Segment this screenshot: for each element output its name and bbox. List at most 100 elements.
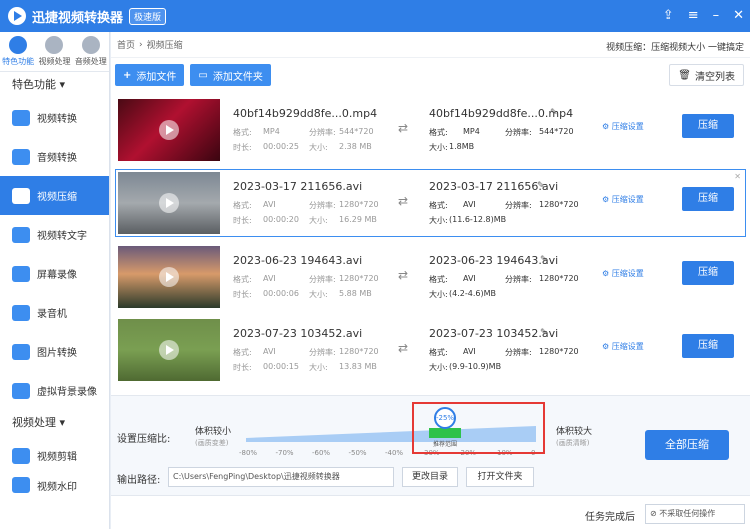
file-row[interactable]: 2023-07-23 103452.avi 格式: AVI 分辨率: 1280*…	[115, 316, 746, 384]
file-row[interactable]: 2023-06-23 194643.avi 格式: AVI 分辨率: 1280*…	[115, 243, 746, 311]
video-thumbnail[interactable]	[118, 319, 220, 381]
play-icon[interactable]	[159, 193, 179, 213]
sidebar-item-video-to-text[interactable]: 视频转文字	[0, 215, 109, 254]
smaller-size-sub: (画质变差)	[195, 439, 229, 447]
source-size: 2.38 MB	[339, 142, 372, 151]
output-format: AVI	[463, 347, 476, 356]
add-folder-button[interactable]: ▭ 添加文件夹	[190, 64, 271, 86]
source-duration: 00:00:15	[263, 362, 299, 371]
sidebar-item-audio-convert[interactable]: 音频转换	[0, 137, 109, 176]
tab-featured[interactable]: 特色功能	[0, 32, 36, 71]
minimize-icon[interactable]: –	[713, 8, 720, 23]
sidebar-item-video-compress[interactable]: 视频压缩	[0, 176, 109, 215]
upload-icon[interactable]: ⇪	[663, 8, 674, 23]
play-icon[interactable]	[159, 340, 179, 360]
compress-settings-link[interactable]: ⚙ 压缩设置	[602, 341, 644, 352]
compress-settings-link[interactable]: ⚙ 压缩设置	[602, 194, 644, 205]
tab-audio-processing[interactable]: 音频处理	[73, 32, 109, 71]
edition-badge: 极速版	[129, 7, 167, 25]
output-size: (11.6-12.8)MB	[449, 215, 507, 224]
edit-name-icon[interactable]: ✎	[540, 255, 548, 265]
output-size: 1.8MB	[449, 142, 475, 151]
virtual-bg-icon	[12, 382, 30, 399]
video-convert-icon	[12, 109, 30, 126]
output-path-input[interactable]: C:\Users\FengPing\Desktop\迅捷视频转换器	[168, 467, 394, 487]
play-icon[interactable]	[159, 267, 179, 287]
format-label: 格式:	[233, 348, 252, 357]
format-label: 格式:	[429, 348, 448, 357]
title-bar: 迅捷视频转换器 极速版 ⇪ ≡ – ✕	[0, 0, 750, 32]
gear-icon: ⚙	[602, 342, 612, 351]
resolution-label: 分辨率:	[505, 201, 532, 210]
edit-name-icon[interactable]: ✎	[537, 181, 545, 191]
after-task-select[interactable]: ⊘ 不采取任何操作	[645, 504, 745, 524]
compress-button[interactable]: 压缩	[682, 334, 734, 358]
section-video-processing[interactable]: 视频处理 ▾	[0, 410, 109, 436]
sidebar-item-screen-record[interactable]: 屏幕录像	[0, 254, 109, 293]
source-size: 16.29 MB	[339, 215, 377, 224]
duration-label: 时长:	[233, 363, 252, 372]
change-directory-button[interactable]: 更改目录	[402, 467, 458, 487]
close-icon[interactable]: ✕	[733, 8, 744, 23]
open-folder-button[interactable]: 打开文件夹	[466, 467, 534, 487]
status-bar: 任务完成后 ⊘ 不采取任何操作	[111, 495, 750, 529]
resolution-label: 分辨率:	[309, 348, 336, 357]
sidebar-item-video-watermark[interactable]: 视频水印	[0, 475, 109, 495]
add-file-button[interactable]: + 添加文件	[115, 64, 185, 86]
output-file-name: 2023-07-23 103452.avi	[429, 327, 559, 340]
format-label: 格式:	[233, 201, 252, 210]
video-thumbnail[interactable]	[118, 246, 220, 308]
gear-icon: ⚙	[602, 269, 612, 278]
output-size: (4.2-4.6)MB	[449, 289, 496, 298]
tab-video-processing[interactable]: 视频处理	[36, 32, 72, 71]
edit-name-icon[interactable]: ✎	[540, 328, 548, 338]
slider-tick-label: -40%	[385, 449, 404, 457]
compress-settings-link[interactable]: ⚙ 压缩设置	[602, 121, 644, 132]
sidebar-item-recorder[interactable]: 录音机	[0, 293, 109, 332]
clear-list-button[interactable]: 🗑 清空列表	[669, 64, 744, 86]
resolution-label: 分辨率:	[309, 128, 336, 137]
output-file-name: 2023-06-23 194643.avi	[429, 254, 559, 267]
size-label: 大小:	[429, 216, 448, 225]
source-resolution: 1280*720	[339, 200, 379, 209]
larger-size-label: 体积较大	[556, 427, 593, 437]
remove-file-icon[interactable]: ✕	[734, 172, 741, 181]
gear-icon: ⚙	[602, 122, 612, 131]
compress-all-button[interactable]: 全部压缩	[645, 430, 729, 460]
format-label: 格式:	[233, 275, 252, 284]
source-duration: 00:00:25	[263, 142, 299, 151]
sidebar-item-video-edit[interactable]: 视频剪辑	[0, 436, 109, 475]
sidebar-item-video-convert[interactable]: 视频转换	[0, 98, 109, 137]
file-row[interactable]: 2023-03-17 211656.avi 格式: AVI 分辨率: 1280*…	[115, 169, 746, 237]
compress-button[interactable]: 压缩	[682, 187, 734, 211]
recorder-icon	[12, 304, 30, 321]
format-label: 格式:	[429, 201, 448, 210]
video-to-text-icon	[12, 226, 30, 243]
duration-label: 时长:	[233, 216, 252, 225]
page-tagline: 视频压缩：压缩视频大小 一键搞定	[606, 43, 744, 53]
file-row[interactable]: 40bf14b929dd8fe...0.mp4 格式: MP4 分辨率: 544…	[115, 96, 746, 164]
video-thumbnail[interactable]	[118, 172, 220, 234]
edit-name-icon[interactable]: ✎	[550, 108, 558, 118]
menu-icon[interactable]: ≡	[688, 8, 699, 23]
sidebar-item-virtual-bg[interactable]: 虚拟背景录像	[0, 371, 109, 410]
screen-record-icon	[12, 265, 30, 282]
breadcrumb-home[interactable]: 首页	[117, 38, 135, 51]
sidebar: 特色功能 视频处理 音频处理 特色功能 ▾ 视频转换 音频转换 视频压缩 视频转…	[0, 32, 110, 529]
source-file-name: 2023-03-17 211656.avi	[233, 180, 363, 193]
compress-settings-link[interactable]: ⚙ 压缩设置	[602, 268, 644, 279]
slider-tick-label: -80%	[239, 449, 258, 457]
compress-button[interactable]: 压缩	[682, 261, 734, 285]
size-label: 大小:	[429, 143, 448, 152]
video-thumbnail[interactable]	[118, 99, 220, 161]
section-featured[interactable]: 特色功能 ▾	[0, 72, 109, 98]
sidebar-item-image-convert[interactable]: 图片转换	[0, 332, 109, 371]
slider-tick-label: -50%	[348, 449, 367, 457]
source-file-name: 2023-07-23 103452.avi	[233, 327, 363, 340]
duration-label: 时长:	[233, 143, 252, 152]
compress-button[interactable]: 压缩	[682, 114, 734, 138]
play-icon[interactable]	[159, 120, 179, 140]
size-label: 大小:	[429, 290, 448, 299]
output-resolution: 1280*720	[539, 200, 579, 209]
slider-tick-label: -60%	[312, 449, 331, 457]
